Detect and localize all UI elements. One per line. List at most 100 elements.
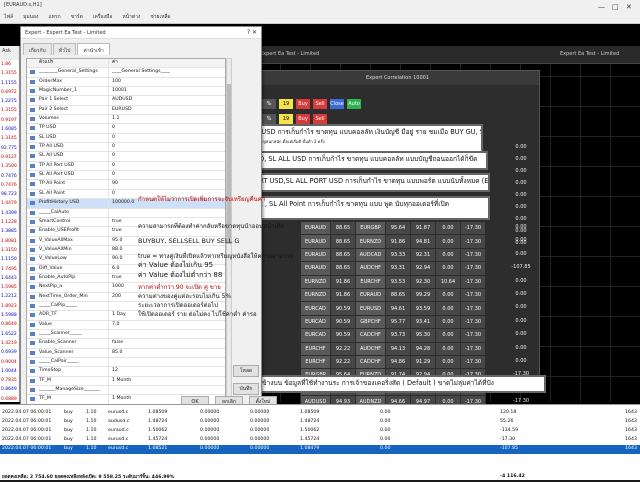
quote-value[interactable]: 1.4479 [0,199,19,208]
quote-value[interactable]: 1.2275 [0,97,19,106]
quote-value[interactable]: 1.5985 [0,283,19,292]
quote-value[interactable]: 0.9004 [0,358,19,367]
maximize-icon[interactable]: □ [612,3,619,11]
parameter-value[interactable]: false [109,339,225,347]
quote-value[interactable]: 0.7476 [0,181,19,190]
quote-value[interactable]: 1.6085 [0,125,19,134]
buy-button-2[interactable]: Buy [296,114,310,124]
parameter-row[interactable]: _____Scanner_____ [27,329,225,340]
parameter-value[interactable]: EURUSD [109,106,225,114]
quote-value[interactable]: 0.6939 [0,348,19,357]
quote-value[interactable]: 1.1150 [0,255,19,264]
save-button[interactable]: บันทึก [233,383,259,395]
quote-value[interactable]: 0.7476 [0,172,19,181]
quote-value[interactable]: 1.8081 [0,237,19,246]
menu-tools[interactable]: เครื่องมือ [93,13,112,21]
parameter-row[interactable]: OrderMax 100 [27,77,225,88]
quote-value[interactable]: 1.3500 [0,162,19,171]
menu-window[interactable]: หน้าต่าง [122,13,140,21]
parameter-value[interactable]: 0 [109,143,225,151]
parameter-value[interactable] [109,330,225,338]
count-field-2[interactable]: 19 [279,114,293,124]
quote-value[interactable]: 1.4399 [0,209,19,218]
close-icon[interactable]: ✕ [626,3,632,11]
parameter-value[interactable]: ____General Settings____ [109,68,225,76]
count-field[interactable]: 19 [279,99,293,109]
menu-help[interactable]: ช่วยเหลือ [150,13,170,21]
trade-row[interactable]: 2022.04.07 06:00:01 buy 1.10 eurusd.c 1.4572… [0,436,640,445]
tab-common[interactable]: ทั่วไป [52,43,77,55]
parameter-value[interactable]: 1 Month [109,377,225,385]
quote-value[interactable]: 1.6443 [0,274,19,283]
parameter-row[interactable]: MagicNumber_1 10001 [27,87,225,97]
quote-value[interactable]: 1.1155 [0,79,19,88]
quote-value[interactable]: 1.7495 [0,265,19,274]
parameter-value[interactable]: AUDUSD [109,96,225,104]
scrollbar-thumb[interactable] [227,84,231,244]
parameter-value[interactable] [109,209,225,217]
parameter-value[interactable]: 0 [109,124,225,132]
parameter-row[interactable]: TP All Port USD 0 [27,161,225,172]
parameter-row[interactable]: TP USD 0 [27,124,225,134]
parameter-row[interactable]: ________General_Settings ____General Sett… [27,68,225,78]
quote-value[interactable]: 1.86 [0,60,19,69]
quote-value[interactable]: 0.9197 [0,116,19,125]
quote-value[interactable]: 92.775 [0,144,19,153]
parameter-value[interactable]: 0 [109,171,225,179]
trade-row[interactable]: 2022.04.07 06:00:01 buy 1.10 eurusd.c 1.0852… [0,445,640,454]
trade-row[interactable]: 2022.04.07 06:00:01 buy 1.10 audusd.c 1.4872… [0,418,640,427]
load-button[interactable]: โหลด [233,365,259,377]
parameter-row[interactable]: TP All Point 90 [27,180,225,190]
buy-button[interactable]: Buy [296,99,310,109]
parameter-value[interactable]: 12 [109,367,225,375]
parameter-row[interactable]: SL USD 0 [27,133,225,144]
quote-value[interactable]: 1.5988 [0,311,19,320]
parameter-row[interactable]: TP All USD 0 [27,143,225,153]
parameter-value[interactable]: 10001 [109,87,225,95]
parameter-value[interactable] [109,386,225,394]
menu-view[interactable]: มุมมอง [23,13,38,21]
parameter-value[interactable]: 0 [109,152,225,160]
menu-file[interactable]: ไฟล์ [4,13,13,21]
close-icon[interactable]: ? ✕ [247,29,257,36]
quote-value[interactable]: 1.2212 [0,292,19,301]
menu-chart[interactable]: ชาร์ต [71,13,83,21]
parameter-row[interactable]: SL All USD 0 [27,152,225,162]
parameter-value[interactable]: 90 [109,180,225,188]
parameter-row[interactable]: Enable_Scanner false [27,339,225,349]
close-button[interactable]: Close [330,99,344,109]
quote-value[interactable]: 1.4219 [0,339,19,348]
parameter-row[interactable]: _____CalAuto [27,208,225,218]
sell-button[interactable]: Sell [313,99,327,109]
quote-value[interactable]: 1.0044 [0,367,19,376]
parameter-value[interactable]: 100 [109,78,225,86]
quote-value[interactable]: 1.1228 [0,218,19,227]
parameter-row[interactable]: Volumes 1.1 [27,115,225,125]
quote-value[interactable]: 98.723 [0,190,19,199]
parameter-row[interactable]: Value 7.0 [27,320,225,330]
parameter-value[interactable] [109,358,225,366]
quote-value[interactable]: 1.3145 [0,134,19,143]
menu-insert[interactable]: แทรก [48,13,60,21]
auto-button[interactable]: Auto [347,99,361,109]
quote-value[interactable]: 0.6972 [0,88,19,97]
quote-value[interactable]: 0.6889 [0,395,19,402]
parameter-row[interactable]: _____CalPair_____ [27,358,225,368]
trade-row[interactable]: 2022.04.07 06:00:01 buy 1.10 euraud.c 1.5006… [0,427,640,436]
sell-button-2[interactable]: Sell [313,114,327,124]
quote-value[interactable]: 1.6522 [0,330,19,339]
quote-value[interactable]: 0.8649 [0,385,19,394]
parameter-row[interactable]: TF_M 1 Month [27,376,225,387]
quote-value[interactable]: 1.3155 [0,106,19,115]
quote-value[interactable]: 1.8923 [0,302,19,311]
tab-inputs[interactable]: ค่านำเข้า [77,43,110,55]
parameter-value[interactable]: 85.0 [109,349,225,357]
quote-value[interactable]: 1.3885 [0,227,19,236]
parameter-row[interactable]: SL All Port USD 0 [27,171,225,181]
parameter-row[interactable]: TimeStop 12 [27,367,225,377]
quote-value[interactable]: 1.3150 [0,246,19,255]
trade-row[interactable]: 2022.04.07 06:00:01 buy 1.10 eurusd.c 1.0850… [0,409,640,418]
parameter-row[interactable]: Value_Scanner 85.0 [27,348,225,358]
quote-value[interactable]: 1.3155 [0,69,19,78]
quote-value[interactable]: 0.7835 [0,376,19,385]
